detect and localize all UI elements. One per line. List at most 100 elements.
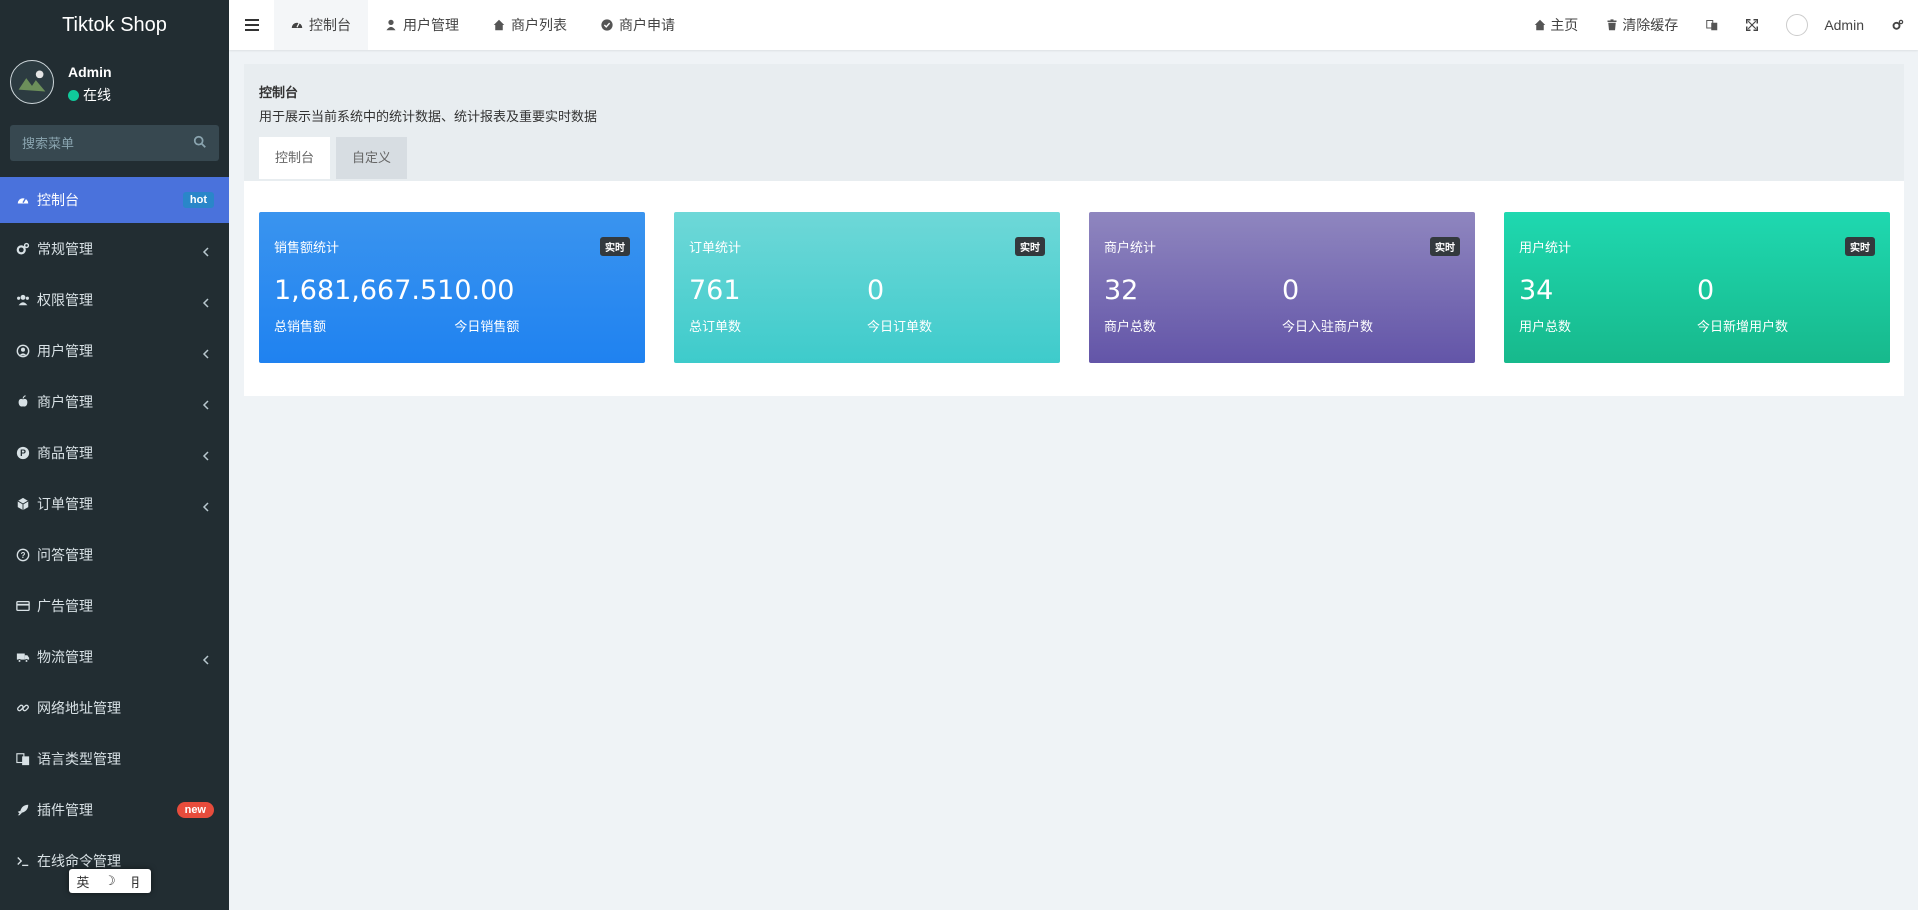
panel-header: 控制台 用于展示当前系统中的统计数据、统计报表及重要实时数据 控制台 自定义 bbox=[244, 64, 1904, 181]
tab-dashboard[interactable]: 控制台 bbox=[274, 0, 368, 50]
tab-label: 商户列表 bbox=[511, 17, 567, 33]
brand-logo[interactable]: Tiktok Shop bbox=[0, 0, 229, 50]
ime-mode-label[interactable]: 英 bbox=[76, 872, 89, 891]
sidebar-item-label: 商品管理 bbox=[37, 444, 93, 461]
stat-label: 用户总数 bbox=[1519, 318, 1572, 334]
sidebar-item-products[interactable]: P 商品管理 bbox=[0, 427, 229, 478]
stat-title: 订单统计 bbox=[689, 240, 742, 255]
online-dot-icon bbox=[68, 89, 79, 101]
tab-dashboard-panel[interactable]: 控制台 bbox=[259, 137, 331, 179]
language-icon bbox=[1706, 20, 1718, 31]
tab-label: 商户申请 bbox=[619, 17, 675, 33]
stat-value: 32 bbox=[1104, 275, 1139, 306]
stat-label: 总订单数 bbox=[689, 318, 742, 334]
main-content: 控制台 用于展示当前系统中的统计数据、统计报表及重要实时数据 控制台 自定义 销… bbox=[244, 64, 1904, 396]
stat-value: 0 bbox=[1697, 275, 1715, 306]
realtime-badge: 实时 bbox=[1845, 237, 1875, 256]
sidebar-item-label: 问答管理 bbox=[37, 546, 93, 563]
realtime-badge: 实时 bbox=[1015, 237, 1045, 256]
stat-value: 34 bbox=[1519, 275, 1554, 306]
sidebar-item-merchants[interactable]: 商户管理 bbox=[0, 376, 229, 427]
user-name: Admin bbox=[68, 64, 112, 80]
menu-search-input[interactable] bbox=[10, 125, 219, 161]
tab-merchant-application[interactable]: 商户申请 bbox=[584, 0, 692, 50]
sidebar-item-languages[interactable]: 语言类型管理 bbox=[0, 733, 229, 784]
chevron-left-icon bbox=[202, 246, 209, 257]
language-switch-button[interactable] bbox=[1692, 0, 1732, 50]
chevron-left-icon bbox=[202, 501, 209, 512]
home-link[interactable]: 主页 bbox=[1520, 0, 1592, 50]
trash-icon bbox=[1607, 19, 1617, 31]
chevron-left-icon bbox=[202, 654, 209, 665]
clear-cache-button[interactable]: 清除缓存 bbox=[1592, 0, 1692, 50]
user-icon bbox=[386, 19, 396, 31]
ime-settings-icon[interactable]: ⺝ bbox=[131, 872, 144, 891]
realtime-badge: 实时 bbox=[600, 237, 630, 256]
svg-text:?: ? bbox=[21, 551, 26, 560]
home-icon bbox=[1535, 19, 1546, 31]
moon-icon[interactable]: ☽ bbox=[104, 873, 116, 889]
hot-badge: hot bbox=[182, 192, 214, 208]
menu-search bbox=[10, 125, 219, 161]
sidebar-item-label: 插件管理 bbox=[37, 801, 93, 818]
stat-label: 今日订单数 bbox=[867, 318, 933, 334]
sidebar-item-plugins[interactable]: 插件管理 new bbox=[0, 784, 229, 835]
sidebar-toggle-button[interactable] bbox=[229, 0, 274, 50]
sidebar-item-permissions[interactable]: 权限管理 bbox=[0, 274, 229, 325]
ime-toolbar[interactable]: 英 ☽ ⺝ bbox=[69, 869, 151, 893]
dashboard-icon bbox=[291, 22, 303, 28]
avatar bbox=[10, 60, 54, 104]
card-icon bbox=[16, 599, 30, 613]
sidebar-item-users[interactable]: 用户管理 bbox=[0, 325, 229, 376]
check-circle-icon bbox=[601, 19, 613, 31]
chevron-left-icon bbox=[202, 450, 209, 461]
tab-merchant-list[interactable]: 商户列表 bbox=[476, 0, 584, 50]
truck-icon bbox=[16, 650, 30, 664]
stat-label: 今日新增用户数 bbox=[1697, 318, 1789, 334]
sidebar-item-dashboard[interactable]: 控制台 hot bbox=[0, 177, 229, 223]
cogs-icon bbox=[1892, 19, 1904, 30]
sales-stat-card: 销售额统计 实时 1,681,667.51 总销售额 0.00 今日销售额 bbox=[259, 212, 645, 363]
tab-user-management[interactable]: 用户管理 bbox=[368, 0, 476, 50]
control-sidebar-button[interactable] bbox=[1878, 0, 1918, 50]
top-navbar: 控制台 用户管理 商户列表 商户申请 主页 清除缓存 Admin bbox=[229, 0, 1918, 50]
sidebar-item-logistics[interactable]: 物流管理 bbox=[0, 631, 229, 682]
user-menu-label: Admin bbox=[1824, 17, 1864, 33]
cube-icon bbox=[16, 497, 30, 511]
fullscreen-icon bbox=[1746, 19, 1759, 31]
apple-icon bbox=[16, 394, 30, 409]
user-panel: Admin 在线 bbox=[0, 50, 229, 116]
dashboard-icon bbox=[16, 193, 30, 207]
stat-value: 1,681,667.51 bbox=[274, 275, 455, 306]
user-status-label: 在线 bbox=[83, 87, 111, 103]
sidebar-item-general[interactable]: 常规管理 bbox=[0, 223, 229, 274]
clear-cache-label: 清除缓存 bbox=[1622, 17, 1679, 33]
stat-label: 商户总数 bbox=[1104, 318, 1157, 334]
sidebar-item-label: 语言类型管理 bbox=[37, 750, 121, 767]
tab-custom[interactable]: 自定义 bbox=[336, 137, 408, 179]
sidebar-item-label: 控制台 bbox=[37, 192, 79, 208]
fullscreen-button[interactable] bbox=[1732, 0, 1772, 50]
new-badge: new bbox=[176, 801, 214, 818]
stat-title: 用户统计 bbox=[1519, 240, 1572, 255]
sidebar-item-label: 订单管理 bbox=[37, 495, 93, 512]
home-icon bbox=[493, 19, 505, 31]
user-circle-icon bbox=[16, 344, 30, 358]
sidebar-item-label: 网络地址管理 bbox=[37, 699, 121, 716]
chevron-left-icon bbox=[202, 399, 209, 410]
sidebar-item-ads[interactable]: 广告管理 bbox=[0, 580, 229, 631]
sidebar-item-urls[interactable]: 网络地址管理 bbox=[0, 682, 229, 733]
stat-title: 商户统计 bbox=[1104, 240, 1157, 255]
sidebar-item-orders[interactable]: 订单管理 bbox=[0, 478, 229, 529]
search-icon[interactable] bbox=[193, 135, 207, 149]
sidebar-item-label: 商户管理 bbox=[37, 393, 93, 410]
user-menu[interactable]: Admin bbox=[1772, 0, 1878, 50]
page-title: 控制台 bbox=[259, 85, 299, 100]
sidebar-item-label: 物流管理 bbox=[37, 648, 93, 665]
sidebar-item-label: 广告管理 bbox=[37, 597, 93, 614]
sidebar-menu: 控制台 hot 常规管理 权限管理 用户管理 商户管理 P 商品管理 订单管理 … bbox=[0, 177, 229, 886]
sidebar-item-label: 常规管理 bbox=[37, 240, 93, 257]
sidebar-item-qa[interactable]: ? 问答管理 bbox=[0, 529, 229, 580]
stat-value: 761 bbox=[689, 275, 741, 306]
question-circle-icon: ? bbox=[16, 548, 30, 562]
